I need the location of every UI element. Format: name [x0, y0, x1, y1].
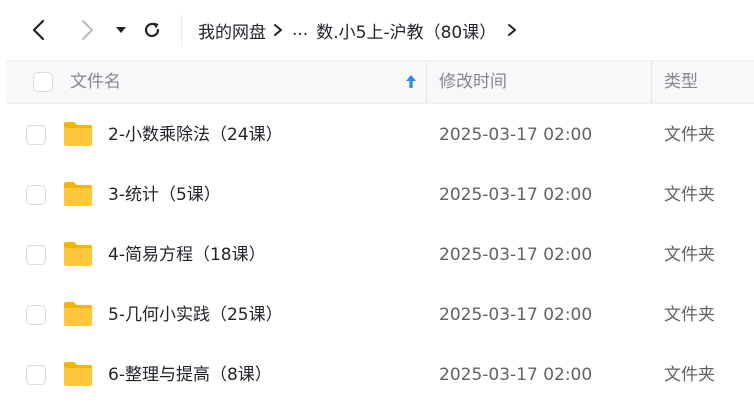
row-checkbox[interactable]	[26, 305, 46, 325]
row-checkbox[interactable]	[26, 365, 46, 385]
row-checkbox[interactable]	[26, 185, 46, 205]
file-name[interactable]: 4-简易方程（18课）	[108, 225, 266, 285]
navigation-toolbar: 我的网盘 ... 数.小5上-沪教（80课）	[0, 0, 754, 60]
folder-icon	[64, 362, 92, 386]
table-row[interactable]: 6-整理与提高（8课） 2025-03-17 02:00 文件夹	[6, 345, 754, 405]
file-modified-time: 2025-03-17 02:00	[439, 185, 593, 205]
folder-icon	[64, 302, 92, 326]
column-divider[interactable]	[651, 61, 652, 103]
row-checkbox[interactable]	[26, 125, 46, 145]
file-modified-time: 2025-03-17 02:00	[439, 305, 593, 325]
refresh-icon	[144, 22, 160, 38]
table-row[interactable]: 5-几何小实践（25课） 2025-03-17 02:00 文件夹	[6, 285, 754, 345]
select-all-checkbox[interactable]	[33, 72, 53, 92]
file-name[interactable]: 5-几何小实践（25课）	[108, 285, 283, 345]
breadcrumb: 我的网盘 ... 数.小5上-沪教（80课）	[198, 14, 524, 46]
chevron-right-icon	[82, 20, 93, 40]
row-checkbox[interactable]	[26, 245, 46, 265]
file-modified-time: 2025-03-17 02:00	[439, 365, 593, 385]
table-header: 文件名 修改时间 类型	[6, 60, 754, 104]
breadcrumb-more-icon[interactable]	[500, 14, 524, 46]
file-type: 文件夹	[664, 125, 715, 145]
column-divider[interactable]	[426, 61, 427, 103]
file-modified-time: 2025-03-17 02:00	[439, 125, 593, 145]
refresh-button[interactable]	[137, 14, 167, 46]
file-type: 文件夹	[664, 245, 715, 265]
breadcrumb-root[interactable]: 我的网盘	[198, 18, 266, 43]
file-modified-time: 2025-03-17 02:00	[439, 245, 593, 265]
column-header-name[interactable]: 文件名	[70, 61, 121, 103]
file-name[interactable]: 2-小数乘除法（24课）	[108, 105, 283, 165]
folder-icon	[64, 242, 92, 266]
back-button[interactable]	[24, 14, 54, 46]
folder-icon	[64, 182, 92, 206]
file-name[interactable]: 3-统计（5课）	[108, 165, 221, 225]
folder-icon	[64, 122, 92, 146]
breadcrumb-ellipsis[interactable]: ...	[292, 20, 308, 40]
table-row[interactable]: 2-小数乘除法（24课） 2025-03-17 02:00 文件夹	[6, 105, 754, 165]
column-header-modified[interactable]: 修改时间	[439, 61, 507, 103]
table-row[interactable]: 3-统计（5课） 2025-03-17 02:00 文件夹	[6, 165, 754, 225]
file-type: 文件夹	[664, 185, 715, 205]
file-name[interactable]: 6-整理与提高（8课）	[108, 345, 272, 405]
caret-down-icon	[116, 27, 126, 33]
column-header-type[interactable]: 类型	[664, 61, 698, 103]
history-dropdown-button[interactable]	[106, 14, 136, 46]
breadcrumb-current[interactable]: 数.小5上-沪教（80课）	[316, 18, 496, 43]
table-row[interactable]: 4-简易方程（18课） 2025-03-17 02:00 文件夹	[6, 225, 754, 285]
forward-button[interactable]	[72, 14, 102, 46]
chevron-left-icon	[32, 19, 45, 41]
toolbar-divider	[181, 14, 182, 46]
file-type: 文件夹	[664, 365, 715, 385]
file-type: 文件夹	[664, 305, 715, 325]
breadcrumb-separator-icon	[266, 14, 290, 46]
sort-ascending-icon[interactable]	[404, 73, 418, 91]
